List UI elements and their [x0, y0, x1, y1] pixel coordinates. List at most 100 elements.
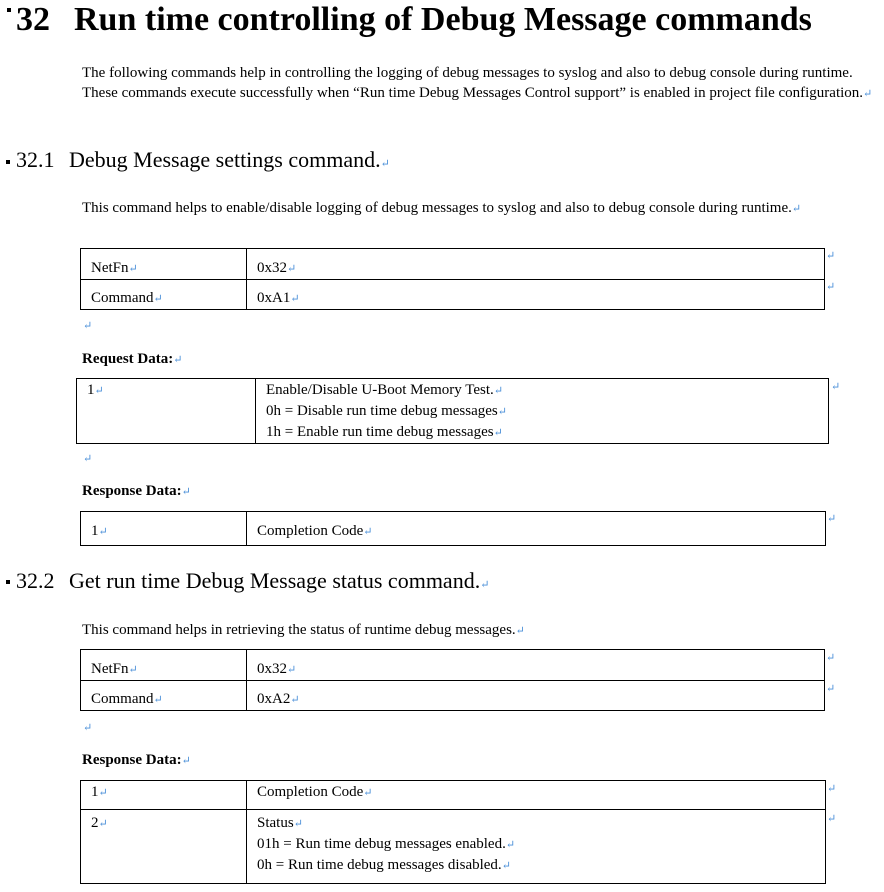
- paragraph-mark-icon: ↵: [497, 406, 507, 418]
- response-line-text: Status: [257, 815, 294, 831]
- paragraph-mark-icon: ↵: [480, 579, 490, 591]
- section-intro-text: The following commands help in controlli…: [82, 65, 864, 101]
- netfn-label: NetFn: [91, 661, 129, 677]
- subsection-1-command-table: NetFn↵ 0x32↵ Command↵ 0xA1↵: [80, 248, 825, 310]
- table-cell: Enable/Disable U-Boot Memory Test.↵ 0h =…: [255, 378, 829, 444]
- table-row: NetFn↵ 0x32↵: [80, 649, 825, 681]
- table-cell: 1↵: [80, 511, 247, 546]
- paragraph-mark-icon: ↵: [153, 694, 163, 706]
- paragraph-mark-icon: ↵: [501, 860, 511, 872]
- table-cell: 1↵: [76, 378, 256, 444]
- table-row: Command↵ 0xA2↵: [80, 680, 825, 711]
- paragraph-mark-icon: ↵: [83, 320, 93, 332]
- table-cell: 0x32↵: [246, 248, 825, 280]
- table-row: 2↵ Status↵ 01h = Run time debug messages…: [80, 809, 826, 884]
- table-row: Command↵ 0xA1↵: [80, 279, 825, 310]
- paragraph-mark-icon: ↵: [287, 263, 297, 275]
- paragraph-mark-icon: ↵: [827, 783, 837, 795]
- response-text: Completion Code: [257, 523, 364, 539]
- response-data-label: Response Data:↵: [82, 481, 191, 502]
- paragraph-mark-icon: ↵: [863, 88, 873, 100]
- table-cell: 1↵: [80, 780, 247, 810]
- response-byte: 2: [91, 815, 99, 831]
- paragraph-mark-icon: ↵: [287, 664, 297, 676]
- response-line: 01h = Run time debug messages enabled.↵: [257, 834, 815, 855]
- paragraph-mark-icon: ↵: [98, 818, 108, 830]
- response-byte: 1: [91, 523, 99, 539]
- paragraph-mark-icon: ↵: [290, 293, 300, 305]
- subsection-1-heading: 32.1 Debug Message settings command.↵: [16, 146, 390, 178]
- paragraph-mark-icon: ↵: [380, 158, 390, 170]
- response-data-label: Response Data:↵: [82, 750, 191, 771]
- netfn-value: 0x32: [257, 260, 287, 276]
- paragraph-mark-icon: ↵: [827, 813, 837, 825]
- paragraph-mark-icon: ↵: [505, 839, 516, 851]
- subsection-2-response-table: 1↵ Completion Code↵ 2↵ Status↵ 01h = Run…: [80, 780, 826, 884]
- response-line: 0h = Run time debug messages disabled.↵: [257, 855, 815, 876]
- paragraph-mark-icon: ↵: [94, 385, 104, 397]
- response-line-text: 0h = Run time debug messages disabled.: [257, 857, 502, 873]
- paragraph-mark-icon: ↵: [128, 664, 138, 676]
- response-line-text: 01h = Run time debug messages enabled.: [257, 836, 506, 852]
- request-data-label-text: Request Data:: [82, 351, 174, 367]
- netfn-label: NetFn: [91, 260, 129, 276]
- request-data-table: 1↵ Enable/Disable U-Boot Memory Test.↵ 0…: [76, 378, 829, 444]
- response-byte: 1: [91, 784, 99, 800]
- response-data-table: 1↵ Completion Code↵: [80, 511, 826, 546]
- table-cell: 0xA2↵: [246, 680, 825, 711]
- table-cell: 0x32↵: [246, 649, 825, 681]
- paragraph-mark-icon: ↵: [515, 625, 525, 637]
- table-row: 1↵ Enable/Disable U-Boot Memory Test.↵ 0…: [76, 378, 829, 444]
- table-cell: Command↵: [80, 680, 247, 711]
- table-cell: 0xA1↵: [246, 279, 825, 310]
- paragraph-mark-icon: ↵: [83, 453, 93, 465]
- subsection-1-description-text: This command helps to enable/disable log…: [82, 200, 792, 216]
- subsection-1-description: This command helps to enable/disable log…: [82, 198, 882, 219]
- paragraph-mark-icon: ↵: [293, 818, 303, 830]
- paragraph-mark-icon: ↵: [826, 250, 836, 262]
- paragraph-mark-icon: ↵: [363, 526, 373, 538]
- command-label: Command: [91, 290, 154, 306]
- section-intro: The following commands help in controlli…: [82, 63, 882, 104]
- response-data-label-text: Response Data:: [82, 483, 182, 499]
- request-line: Enable/Disable U-Boot Memory Test.↵: [266, 380, 818, 401]
- paragraph-mark-icon: ↵: [493, 385, 504, 397]
- response-data-label-text: Response Data:: [82, 752, 182, 768]
- section-heading: 32 Run time controlling of Debug Message …: [16, 0, 812, 40]
- heading-marker: [7, 8, 11, 12]
- paragraph-mark-icon: ↵: [791, 203, 802, 215]
- paragraph-mark-icon: ↵: [153, 293, 163, 305]
- table-cell: NetFn↵: [80, 649, 247, 681]
- request-line-text: 0h = Disable run time debug messages: [266, 403, 498, 419]
- paragraph-mark-icon: ↵: [831, 381, 841, 393]
- subsection-2-description: This command helps in retrieving the sta…: [82, 620, 882, 641]
- table-row: 1↵ Completion Code↵: [80, 780, 826, 810]
- section-number: 32: [16, 1, 50, 38]
- table-cell: Command↵: [80, 279, 247, 310]
- table-cell: Completion Code↵: [246, 780, 826, 810]
- paragraph-mark-icon: ↵: [181, 486, 191, 498]
- netfn-value: 0x32: [257, 661, 287, 677]
- table-cell: Completion Code↵: [246, 511, 826, 546]
- table-row: 1↵ Completion Code↵: [80, 511, 826, 546]
- command-value: 0xA2: [257, 691, 291, 707]
- paragraph-mark-icon: ↵: [98, 787, 108, 799]
- response-text: Completion Code: [257, 784, 364, 800]
- paragraph-mark-icon: ↵: [363, 787, 373, 799]
- request-data-label: Request Data:↵: [82, 349, 182, 370]
- paragraph-mark-icon: ↵: [128, 263, 138, 275]
- paragraph-mark-icon: ↵: [826, 683, 836, 695]
- paragraph-mark-icon: ↵: [826, 652, 836, 664]
- subsection-1-number: 32.1: [16, 147, 55, 172]
- request-line-text: Enable/Disable U-Boot Memory Test.: [266, 382, 494, 398]
- paragraph-mark-icon: ↵: [98, 526, 108, 538]
- paragraph-mark-icon: ↵: [290, 694, 300, 706]
- table-row: NetFn↵ 0x32↵: [80, 248, 825, 280]
- table-cell: NetFn↵: [80, 248, 247, 280]
- subheading-marker: [6, 160, 10, 164]
- table-cell: Status↵ 01h = Run time debug messages en…: [246, 809, 826, 884]
- subsection-2-command-table: NetFn↵ 0x32↵ Command↵ 0xA2↵: [80, 649, 825, 711]
- request-line: 0h = Disable run time debug messages↵: [266, 401, 818, 422]
- table-cell: 2↵: [80, 809, 247, 884]
- paragraph-mark-icon: ↵: [827, 513, 837, 525]
